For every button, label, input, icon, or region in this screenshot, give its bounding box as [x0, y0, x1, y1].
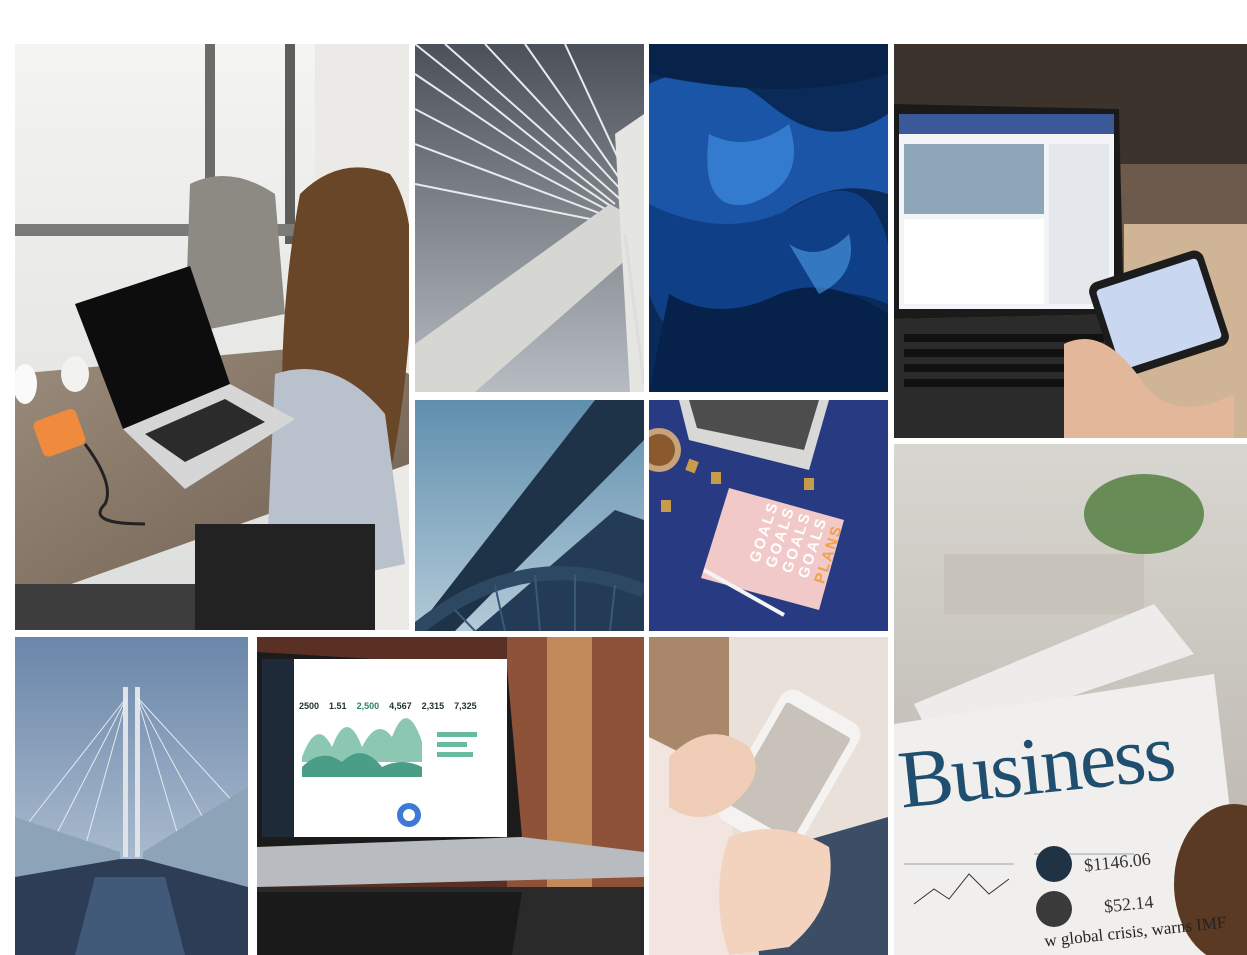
- laptop-phone-image: [894, 44, 1247, 438]
- photo-laptop-phone[interactable]: [894, 44, 1247, 438]
- stat-5: 2,315: [421, 701, 445, 711]
- bridge-cables-image: [415, 44, 644, 392]
- photo-newspaper-business[interactable]: Business $1146.06 $52.14 w global crisis…: [894, 444, 1247, 955]
- laptop-analytics-image: [257, 637, 644, 955]
- photo-woman-laptop-window[interactable]: [15, 44, 409, 630]
- woman-laptop-image: [15, 44, 409, 630]
- photo-steel-bridge[interactable]: [415, 400, 644, 631]
- stat-3: 2,500: [356, 701, 380, 711]
- dashboard-stats: 2500 1.51 2,500 4,567 2,315 7,325: [299, 701, 477, 711]
- photo-bridge-cables[interactable]: [415, 44, 644, 392]
- photo-laptop-analytics[interactable]: 2500 1.51 2,500 4,567 2,315 7,325: [257, 637, 644, 955]
- stat-4: 4,567: [389, 701, 412, 711]
- photo-goals-notebook[interactable]: GOALS GOALS GOALS GOALS PLANS: [649, 400, 888, 631]
- footbridge-image: [15, 637, 248, 955]
- photo-phone-hands[interactable]: [649, 637, 888, 955]
- photo-footbridge-dusk[interactable]: [15, 637, 248, 955]
- stat-6: 7,325: [454, 701, 477, 711]
- steel-bridge-image: [415, 400, 644, 631]
- stat-2: 1.51: [329, 701, 347, 711]
- blue-fluid-image: [649, 44, 888, 392]
- stat-1: 2500: [299, 701, 320, 711]
- photo-blue-fluid-art[interactable]: [649, 44, 888, 392]
- phone-hands-image: [649, 637, 888, 955]
- newspaper-image: [894, 444, 1247, 955]
